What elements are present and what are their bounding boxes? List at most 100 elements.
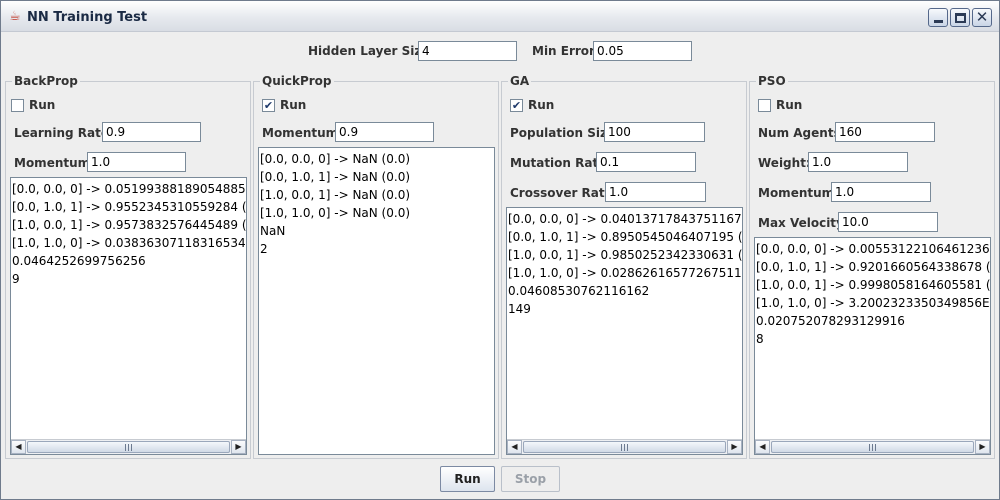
window-title: NN Training Test (27, 10, 148, 25)
output-line: [0.0, 1.0, 1] -> 0.9552345310559284 (1.0… (12, 200, 247, 214)
output-line: [0.0, 0.0, 0] -> 0.005531221064612367 (0… (756, 242, 991, 256)
momentum-label: Momentum: (758, 186, 839, 200)
backprop-output-area[interactable]: [0.0, 0.0, 0] -> 0.051993881890548856 (0… (10, 177, 247, 455)
minimize-button[interactable] (928, 8, 948, 27)
grip-icon (620, 444, 629, 451)
horizontal-scrollbar[interactable]: ◀ ▶ (507, 439, 742, 454)
output-line: [0.0, 1.0, 1] -> 0.8950545046407195 (1.0… (508, 230, 743, 244)
scroll-right-icon[interactable]: ▶ (975, 440, 990, 454)
weight-label: Weight: (758, 156, 811, 170)
maximize-button[interactable] (950, 8, 970, 27)
scroll-left-icon[interactable]: ◀ (11, 440, 26, 454)
crossover-rate-label: Crossover Rate: (510, 186, 618, 200)
panel-title: PSO (756, 74, 788, 88)
quickprop-run-checkbox[interactable]: ✔ Run (262, 98, 306, 112)
learning-rate-input[interactable] (102, 122, 201, 142)
crossover-rate-input[interactable] (605, 182, 706, 202)
output-line: [1.0, 0.0, 1] -> 0.9998058164605581 (1.0… (756, 278, 991, 292)
horizontal-scrollbar[interactable]: ◀ ▶ (11, 439, 246, 454)
app-window: ☕ NN Training Test ✕ Hidden Layer Size: … (0, 0, 1000, 500)
max-velocity-label: Max Velocity: (758, 216, 849, 230)
learning-rate-label: Learning Rate: (14, 126, 114, 140)
output-line: [1.0, 1.0, 0] -> NaN (0.0) (260, 206, 411, 220)
scroll-left-icon[interactable]: ◀ (755, 440, 770, 454)
java-cup-icon: ☕ (9, 9, 21, 24)
momentum-input[interactable] (87, 152, 186, 172)
num-agents-label: Num Agents: (758, 126, 846, 140)
close-button[interactable]: ✕ (972, 8, 992, 27)
output-line: [0.0, 0.0, 0] -> 0.051993881890548856 (0… (12, 182, 247, 196)
title-bar[interactable]: ☕ NN Training Test ✕ (1, 1, 999, 32)
scroll-thumb[interactable] (771, 441, 974, 453)
output-line: [1.0, 0.0, 1] -> 0.9573832576445489 (1.0… (12, 218, 247, 232)
hidden-layer-size-label: Hidden Layer Size: (308, 44, 435, 58)
checkbox-box[interactable] (11, 98, 24, 112)
ga-panel: GA ✔ Run Population Size: Mutation Rate:… (501, 74, 747, 459)
output-line: [0.0, 0.0, 0] -> 0.04013717843751167 (0.… (508, 212, 742, 226)
scroll-right-icon[interactable]: ▶ (231, 440, 246, 454)
pso-output-area[interactable]: [0.0, 0.0, 0] -> 0.005531221064612367 (0… (754, 237, 991, 455)
minimize-icon (933, 20, 943, 23)
momentum-input[interactable] (335, 122, 434, 142)
scroll-thumb[interactable] (523, 441, 726, 453)
output-line: [1.0, 1.0, 0] -> 0.03836307118316534 (0.… (12, 236, 246, 250)
horizontal-scrollbar[interactable]: ◀ ▶ (755, 439, 990, 454)
output-line: 8 (756, 332, 764, 346)
hidden-layer-size-input[interactable] (418, 41, 517, 61)
output-line: 2 (260, 242, 268, 256)
checkbox-label: Run (280, 98, 307, 112)
panel-title: QuickProp (260, 74, 334, 88)
maximize-icon (954, 12, 966, 23)
checkbox-box[interactable] (758, 98, 771, 112)
min-error-label: Min Error: (532, 44, 600, 58)
output-line: [0.0, 1.0, 1] -> NaN (0.0) (260, 170, 411, 184)
scroll-left-icon[interactable]: ◀ (507, 440, 522, 454)
output-line: 149 (508, 302, 531, 316)
pso-panel: PSO Run Num Agents: Weight: Momentum: Ma… (749, 74, 995, 459)
output-line: 0.0464252699756256 (12, 254, 146, 268)
max-velocity-input[interactable] (838, 212, 938, 232)
backprop-run-checkbox[interactable]: Run (11, 98, 55, 112)
checkbox-box[interactable]: ✔ (510, 98, 523, 112)
output-line: 0.04608530762116162 (508, 284, 650, 298)
min-error-input[interactable] (593, 41, 692, 61)
num-agents-input[interactable] (835, 122, 935, 142)
checkbox-label: Run (528, 98, 555, 112)
backprop-panel: BackProp Run Learning Rate: Momentum: [0… (5, 74, 251, 459)
scroll-thumb[interactable] (27, 441, 230, 453)
output-line: NaN (260, 224, 286, 238)
output-line: [1.0, 0.0, 1] -> 0.9850252342330631 (1.0… (508, 248, 743, 262)
momentum-input[interactable] (831, 182, 931, 202)
checkmark-icon: ✔ (263, 98, 274, 112)
output-lines: [0.0, 0.0, 0] -> 0.051993881890548856 (0… (12, 180, 246, 288)
quickprop-panel: QuickProp ✔ Run Momentum: [0.0, 0.0, 0] … (253, 74, 499, 459)
pso-run-checkbox[interactable]: Run (758, 98, 802, 112)
global-settings: Hidden Layer Size: Min Error: (1, 40, 1000, 64)
momentum-label: Momentum: (262, 126, 343, 140)
momentum-label: Momentum: (14, 156, 95, 170)
checkbox-box[interactable]: ✔ (262, 98, 275, 112)
output-line: [1.0, 0.0, 1] -> NaN (0.0) (260, 188, 411, 202)
quickprop-output-area[interactable]: [0.0, 0.0, 0] -> NaN (0.0) [0.0, 1.0, 1]… (258, 147, 495, 455)
mutation-rate-input[interactable] (596, 152, 696, 172)
checkmark-icon: ✔ (511, 98, 522, 112)
checkbox-label: Run (29, 98, 56, 112)
weight-input[interactable] (808, 152, 908, 172)
panel-title: BackProp (12, 74, 80, 88)
grip-icon (868, 444, 877, 451)
run-button[interactable]: Run (440, 466, 495, 492)
scroll-right-icon[interactable]: ▶ (727, 440, 742, 454)
output-lines: [0.0, 0.0, 0] -> NaN (0.0) [0.0, 1.0, 1]… (260, 150, 494, 258)
output-line: 0.020752078293129916 (756, 314, 905, 328)
ga-output-area[interactable]: [0.0, 0.0, 0] -> 0.04013717843751167 (0.… (506, 207, 743, 455)
output-line: [0.0, 0.0, 0] -> NaN (0.0) (260, 152, 411, 166)
panel-title: GA (508, 74, 532, 88)
population-size-input[interactable] (604, 122, 705, 142)
output-lines: [0.0, 0.0, 0] -> 0.04013717843751167 (0.… (508, 210, 742, 318)
checkbox-label: Run (776, 98, 803, 112)
stop-button[interactable]: Stop (501, 466, 560, 492)
output-line: [1.0, 1.0, 0] -> 0.028626165772675117 (0… (508, 266, 743, 280)
output-line: [0.0, 1.0, 1] -> 0.9201660564338678 (1.0… (756, 260, 991, 274)
close-icon: ✕ (975, 8, 989, 26)
ga-run-checkbox[interactable]: ✔ Run (510, 98, 554, 112)
